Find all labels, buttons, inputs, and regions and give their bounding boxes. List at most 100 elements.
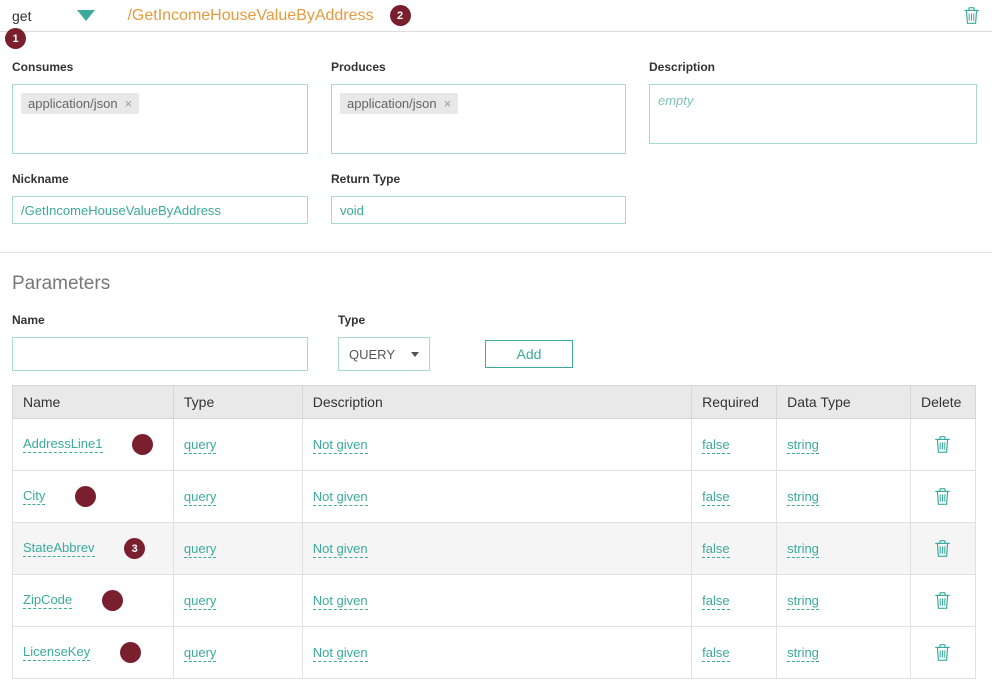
description-placeholder: empty	[658, 93, 693, 108]
delete-row-button[interactable]	[932, 485, 953, 508]
param-required-link[interactable]: false	[702, 437, 729, 454]
param-name-input[interactable]	[12, 337, 308, 371]
method-dropdown-caret-icon[interactable]	[77, 10, 95, 21]
param-name-link[interactable]: City	[23, 488, 45, 505]
delete-row-button[interactable]	[932, 433, 953, 456]
cell-param-description: Not given	[302, 471, 691, 523]
param-datatype-link[interactable]: string	[787, 489, 819, 506]
param-required-link[interactable]: false	[702, 645, 729, 662]
param-required-link[interactable]: false	[702, 541, 729, 558]
parameters-table: Name Type Description Required Data Type…	[12, 385, 976, 679]
cell-param-type: query	[173, 419, 302, 471]
param-description-link[interactable]: Not given	[313, 437, 368, 454]
delete-row-button[interactable]	[932, 641, 953, 664]
param-type-link[interactable]: query	[184, 593, 217, 610]
consumes-label: Consumes	[12, 60, 308, 74]
delete-row-button[interactable]	[932, 589, 953, 612]
param-type-link[interactable]: query	[184, 489, 217, 506]
trash-icon	[934, 487, 951, 506]
param-type-select-value: QUERY	[349, 347, 395, 362]
col-header-name: Name	[13, 386, 174, 419]
produces-field: Produces application/json ×	[331, 60, 626, 154]
trash-icon	[963, 6, 980, 25]
cell-param-type: query	[173, 471, 302, 523]
param-type-link[interactable]: query	[184, 541, 217, 558]
chevron-down-icon	[411, 352, 419, 357]
add-parameter-button[interactable]: Add	[485, 340, 573, 368]
cell-param-delete	[910, 471, 975, 523]
table-row: ZipCode query Not given false string	[13, 575, 976, 627]
produces-tag-input[interactable]: application/json ×	[331, 84, 626, 154]
param-datatype-link[interactable]: string	[787, 645, 819, 662]
param-name-link[interactable]: LicenseKey	[23, 644, 90, 661]
cell-param-required: false	[692, 419, 777, 471]
param-datatype-link[interactable]: string	[787, 541, 819, 558]
produces-label: Produces	[331, 60, 626, 74]
cell-param-type: query	[173, 575, 302, 627]
remove-consumes-tag-icon[interactable]: ×	[125, 97, 133, 110]
param-description-link[interactable]: Not given	[313, 541, 368, 558]
parameters-section: Parameters Name Type QUERY Add	[0, 273, 992, 679]
cell-param-required: false	[692, 575, 777, 627]
step-badge-2: 2	[390, 5, 411, 26]
cell-param-delete	[910, 523, 975, 575]
param-name-link[interactable]: ZipCode	[23, 592, 72, 609]
param-type-select[interactable]: QUERY	[338, 337, 430, 371]
cell-param-description: Not given	[302, 419, 691, 471]
params-table-body: AddressLine1 query Not given false strin…	[13, 419, 976, 679]
delete-endpoint-button[interactable]	[961, 4, 982, 27]
description-label: Description	[649, 60, 977, 74]
description-input[interactable]: empty	[649, 84, 977, 144]
delete-row-button[interactable]	[932, 537, 953, 560]
nickname-input[interactable]	[12, 196, 308, 224]
param-description-link[interactable]: Not given	[313, 645, 368, 662]
cell-param-datatype: string	[777, 523, 911, 575]
param-name-link[interactable]: StateAbbrev	[23, 540, 95, 557]
endpoint-header: get 1 /GetIncomeHouseValueByAddress 2	[0, 0, 992, 32]
col-header-description: Description	[302, 386, 691, 419]
remove-produces-tag-icon[interactable]: ×	[444, 97, 452, 110]
step-badge-3	[120, 642, 141, 663]
consumes-tag-input[interactable]: application/json ×	[12, 84, 308, 154]
cell-param-required: false	[692, 523, 777, 575]
table-row: LicenseKey query Not given false string	[13, 627, 976, 679]
param-datatype-link[interactable]: string	[787, 593, 819, 610]
cell-param-type: query	[173, 523, 302, 575]
method-select-value[interactable]: get	[12, 8, 31, 24]
return-type-field: Return Type	[331, 172, 626, 224]
cell-param-delete	[910, 419, 975, 471]
cell-param-name: LicenseKey	[13, 627, 174, 679]
cell-param-datatype: string	[777, 627, 911, 679]
cell-param-name: ZipCode	[13, 575, 174, 627]
consumes-field: Consumes application/json ×	[12, 60, 308, 154]
col-header-datatype: Data Type	[777, 386, 911, 419]
param-type-link[interactable]: query	[184, 437, 217, 454]
step-badge-3: 3	[124, 538, 145, 559]
cell-param-delete	[910, 575, 975, 627]
col-header-delete: Delete	[910, 386, 975, 419]
param-description-link[interactable]: Not given	[313, 489, 368, 506]
cell-param-datatype: string	[777, 419, 911, 471]
col-header-required: Required	[692, 386, 777, 419]
table-row: AddressLine1 query Not given false strin…	[13, 419, 976, 471]
col-header-type: Type	[173, 386, 302, 419]
nickname-field: Nickname	[12, 172, 308, 224]
param-required-link[interactable]: false	[702, 593, 729, 610]
consumes-tag-text: application/json	[28, 96, 118, 111]
param-description-link[interactable]: Not given	[313, 593, 368, 610]
return-type-input[interactable]	[331, 196, 626, 224]
step-badge-3	[132, 434, 153, 455]
parameters-heading: Parameters	[12, 273, 980, 295]
param-required-link[interactable]: false	[702, 489, 729, 506]
endpoint-form: Consumes application/json × Produces app…	[0, 32, 992, 224]
param-type-link[interactable]: query	[184, 645, 217, 662]
cell-param-name: City	[13, 471, 174, 523]
param-datatype-link[interactable]: string	[787, 437, 819, 454]
add-parameter-form: Name Type QUERY Add	[12, 313, 980, 371]
param-name-group: Name	[12, 313, 308, 371]
cell-param-datatype: string	[777, 471, 911, 523]
step-badge-3	[102, 590, 123, 611]
produces-tag-text: application/json	[347, 96, 437, 111]
param-name-link[interactable]: AddressLine1	[23, 436, 103, 453]
return-type-label: Return Type	[331, 172, 626, 186]
